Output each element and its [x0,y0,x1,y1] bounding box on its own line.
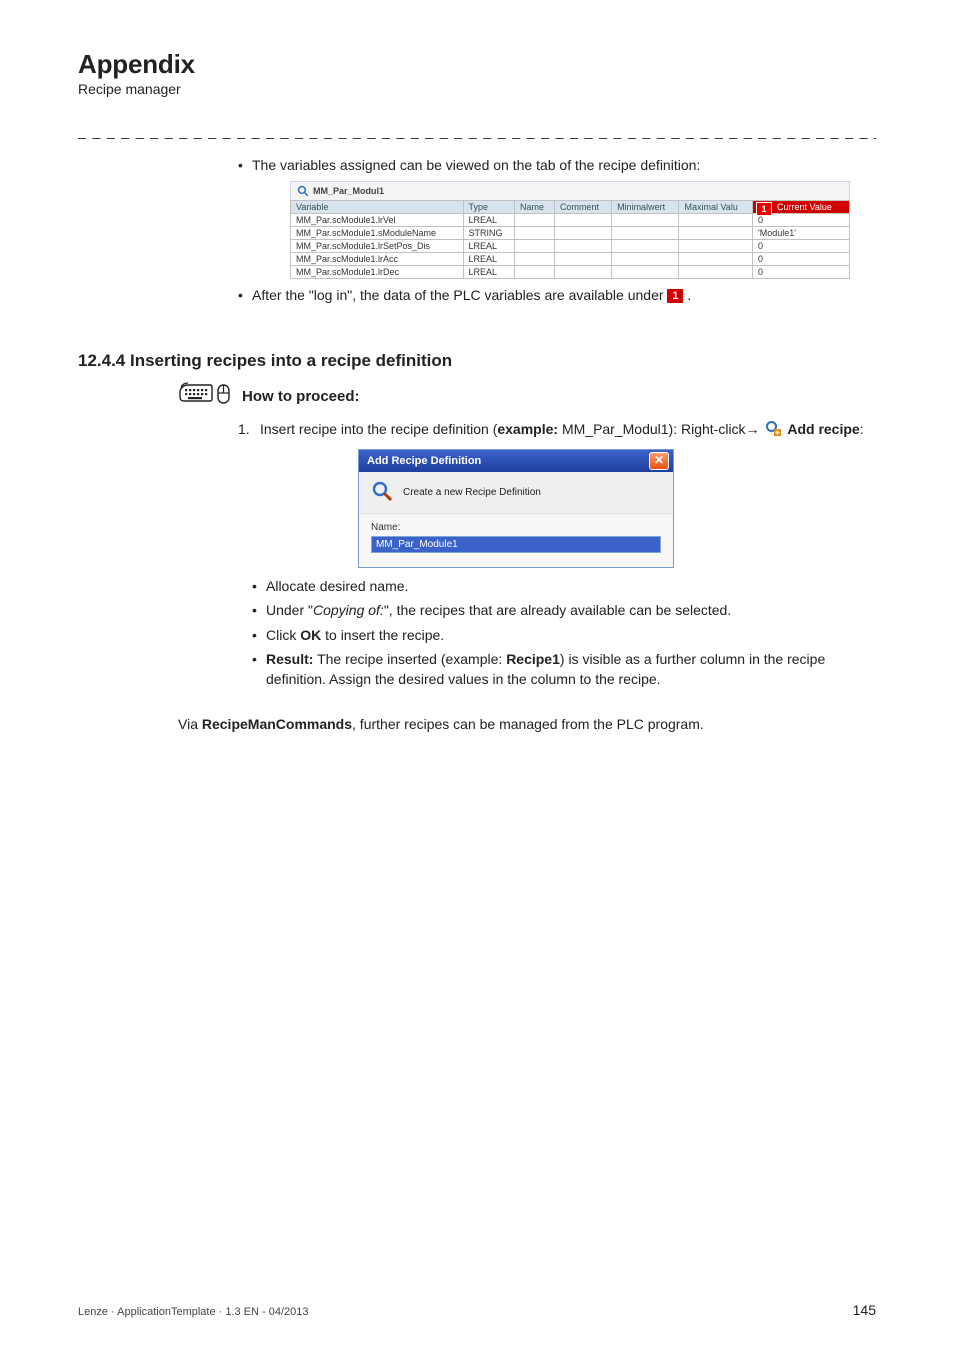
after-login-post: . [687,287,691,303]
page-title: Appendix [78,50,876,79]
sub-click: Click OK to insert the recipe. [266,625,444,645]
step1-trail: : [860,421,864,437]
bullet-icon: • [252,649,266,669]
sub-under-it: Copying of: [313,602,384,618]
tab-bar: MM_Par_Modul1 [290,181,850,200]
col-min: Minimalwert [612,200,679,213]
how-to-proceed-label: How to proceed: [242,388,360,405]
table-row: MM_Par.scModule1.lrAcc LREAL 0 [291,252,850,265]
sub-result: Result: The recipe inserted (example: Re… [266,649,876,690]
section-title: Inserting recipes into a recipe definiti… [130,351,452,371]
separator-line: _ _ _ _ _ _ _ _ _ _ _ _ _ _ _ _ _ _ _ _ … [78,123,876,139]
table-row: MM_Par.scModule1.sModuleName STRING 'Mod… [291,226,850,239]
footer-left: Lenze · ApplicationTemplate · 1.3 EN - 0… [78,1306,309,1318]
final-strong: RecipeManCommands [202,716,352,732]
sub-click-strong: OK [300,627,321,643]
cell-variable: MM_Par.scModule1.lrAcc [291,252,464,265]
dialog-body: Name: [359,514,673,567]
after-login-text: After the "log in", the data of the PLC … [252,285,691,305]
col-name: Name [514,200,554,213]
step-text: Insert recipe into the recipe definition… [260,419,864,441]
cell-current: 'Module1' [752,226,849,239]
page-subtitle: Recipe manager [78,81,876,97]
col-current: 1 Current Value [752,200,849,213]
page-number: 145 [853,1302,876,1318]
col-variable: Variable [291,200,464,213]
keyboard-mouse-icon [178,381,232,411]
magnifier-icon [371,480,393,505]
tab-label: MM_Par_Modul1 [313,186,384,196]
bullet-icon: • [252,625,266,645]
close-icon[interactable]: ✕ [649,452,669,470]
dialog-title: Add Recipe Definition [367,455,481,467]
cell-variable: MM_Par.scModule1.lrDec [291,265,464,278]
col-type: Type [463,200,514,213]
sub-under: Under "Copying of:", the recipes that ar… [266,600,731,620]
cell-current: 0 [752,239,849,252]
intro-bullet-text: The variables assigned can be viewed on … [252,155,700,175]
callout-marker: 1 [667,289,683,303]
magnifier-icon [297,185,309,197]
cell-variable: MM_Par.scModule1.lrVel [291,213,464,226]
cell-type: STRING [463,226,514,239]
add-recipe-dialog: Add Recipe Definition ✕ Create a new Rec… [358,449,674,568]
bullet-icon: • [252,600,266,620]
step1-example-label: example: [497,421,558,437]
step1-add-recipe: Add recipe [787,421,859,437]
arrow-icon: → [746,421,760,437]
cell-variable: MM_Par.scModule1.lrSetPos_Dis [291,239,464,252]
sub-click-post: to insert the recipe. [321,627,444,643]
variables-table-figure: MM_Par_Modul1 Variable Type Name Comment… [290,181,850,279]
cell-type: LREAL [463,239,514,252]
cell-type: LREAL [463,213,514,226]
col-comment: Comment [554,200,611,213]
variables-table: Variable Type Name Comment Minimalwert M… [290,200,850,279]
sub-result-strong: Recipe1 [506,651,560,667]
cell-type: LREAL [463,252,514,265]
sub-under-pre: Under " [266,602,313,618]
sub-allocate: Allocate desired name. [266,576,408,596]
after-login-pre: After the "log in", the data of the PLC … [252,287,667,303]
table-row: MM_Par.scModule1.lrSetPos_Dis LREAL 0 [291,239,850,252]
dialog-banner: Create a new Recipe Definition [359,472,673,514]
col-max: Maximal Valu [679,200,753,213]
final-post: , further recipes can be managed from th… [352,716,704,732]
bullet-icon: • [252,576,266,596]
final-paragraph: Via RecipeManCommands, further recipes c… [178,716,876,732]
table-row: Variable Type Name Comment Minimalwert M… [291,200,850,213]
section-number: 12.4.4 [78,351,130,371]
sub-under-post: ", the recipes that are already availabl… [384,602,731,618]
dialog-banner-text: Create a new Recipe Definition [403,487,541,498]
cell-current: 0 [752,252,849,265]
sub-result-mid1: The recipe inserted (example: [313,651,506,667]
step1-pre: Insert recipe into the recipe definition… [260,421,497,437]
step1-example-val: MM_Par_Modul1): Right-click [558,421,746,437]
cell-current: 0 [752,265,849,278]
name-label: Name: [371,522,661,533]
cell-variable: MM_Par.scModule1.sModuleName [291,226,464,239]
recipe-add-icon [765,420,781,441]
table-row: MM_Par.scModule1.lrDec LREAL 0 [291,265,850,278]
sub-result-label: Result: [266,651,313,667]
bullet-icon: • [238,155,252,175]
cell-type: LREAL [463,265,514,278]
sub-click-pre: Click [266,627,300,643]
callout-marker: 1 [756,202,772,216]
final-pre: Via [178,716,202,732]
step-number: 1. [238,419,260,439]
bullet-icon: • [238,285,252,305]
col-current-label: Current Value [777,202,832,212]
dialog-titlebar: Add Recipe Definition ✕ [359,450,673,472]
name-field[interactable] [371,536,661,553]
